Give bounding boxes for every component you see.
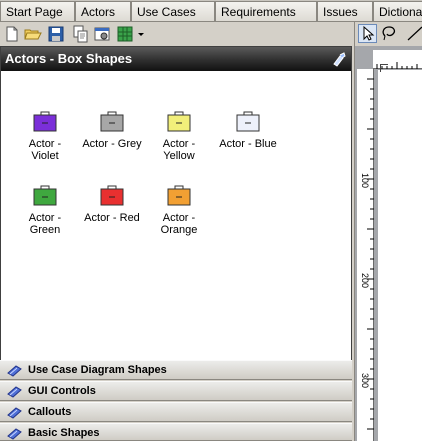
category-expand-icon: [7, 385, 23, 398]
category-label: Callouts: [28, 406, 72, 418]
category-label: Basic Shapes: [28, 427, 100, 439]
category-label: Use Case Diagram Shapes: [28, 364, 167, 376]
dropdown-arrow-icon[interactable]: [136, 25, 146, 43]
actor-red-box-icon: [99, 185, 125, 207]
ruler-mark-100: 100: [360, 173, 370, 189]
document-tab-strip: Start Page Actors Use Cases Requirements…: [0, 0, 422, 22]
category-gui-controls[interactable]: GUI Controls: [0, 381, 352, 401]
category-expand-icon: [7, 406, 23, 419]
tab-requirements[interactable]: Requirements: [215, 1, 317, 21]
canvas-toolbar: [355, 22, 422, 46]
diagram-page[interactable]: [378, 70, 422, 441]
lasso-tool-icon[interactable]: [380, 24, 399, 43]
actor-violet-box-icon: [32, 111, 58, 133]
shape-label: Actor - Blue: [219, 138, 277, 150]
pointer-tool-icon[interactable]: [358, 24, 377, 43]
shape-label: Actor - Violet: [28, 138, 62, 162]
shape-label: Actor - Yellow: [162, 138, 196, 162]
actor-green-box-icon: [32, 185, 58, 207]
actor-grey-box-icon: [99, 111, 125, 133]
shapes-panel: Actors - Box Shapes Actor - Violet Actor…: [0, 22, 354, 441]
tab-issues[interactable]: Issues: [317, 1, 373, 21]
tab-dictionary[interactable]: Dictiona: [373, 1, 422, 21]
page-corner-marker: [380, 64, 388, 72]
tab-actors[interactable]: Actors: [75, 1, 131, 21]
shapes-gallery-title: Actors - Box Shapes: [5, 51, 133, 66]
line-tool-icon[interactable]: [405, 24, 422, 43]
actor-yellow-box-icon: [166, 111, 192, 133]
shape-actor-red[interactable]: Actor - Red: [77, 185, 147, 224]
shapes-gallery-header: Actors - Box Shapes: [1, 47, 351, 71]
save-icon[interactable]: [47, 25, 65, 43]
category-callouts[interactable]: Callouts: [0, 402, 352, 422]
ruler-mark-300: 300: [360, 373, 370, 389]
tab-start-page[interactable]: Start Page: [0, 1, 75, 21]
pin-icon[interactable]: [331, 51, 347, 67]
tab-use-cases[interactable]: Use Cases: [131, 1, 215, 21]
shape-actor-orange[interactable]: Actor - Orange: [144, 185, 214, 236]
shape-label: Actor - Green: [28, 212, 62, 236]
copy-document-icon[interactable]: [71, 25, 89, 43]
category-basic-shapes[interactable]: Basic Shapes: [0, 423, 352, 441]
shape-label: Actor - Red: [84, 212, 140, 224]
category-expand-icon: [7, 427, 23, 440]
open-folder-icon[interactable]: [24, 25, 42, 43]
category-expand-icon: [7, 364, 23, 377]
category-label: GUI Controls: [28, 385, 96, 397]
grid-icon[interactable]: [116, 25, 134, 43]
shape-label: Actor - Orange: [160, 212, 198, 236]
actor-blue-box-icon: [235, 111, 261, 133]
shape-actor-blue[interactable]: Actor - Blue: [213, 111, 283, 150]
ruler-mark-200: 200: [360, 273, 370, 289]
shape-label: Actor - Grey: [82, 138, 142, 150]
new-document-icon[interactable]: [3, 25, 21, 43]
shape-actor-violet[interactable]: Actor - Violet: [10, 111, 80, 162]
shape-actor-yellow[interactable]: Actor - Yellow: [144, 111, 214, 162]
category-use-case-diagram-shapes[interactable]: Use Case Diagram Shapes: [0, 360, 352, 380]
shapes-gallery: Actors - Box Shapes Actor - Violet Actor…: [0, 46, 352, 376]
vertical-ruler: 100 200 300: [357, 69, 374, 441]
shape-actor-grey[interactable]: Actor - Grey: [77, 111, 147, 150]
actor-orange-box-icon: [166, 185, 192, 207]
shape-actor-green[interactable]: Actor - Green: [10, 185, 80, 236]
shapes-toolbar: [0, 22, 354, 46]
properties-icon[interactable]: [93, 25, 111, 43]
